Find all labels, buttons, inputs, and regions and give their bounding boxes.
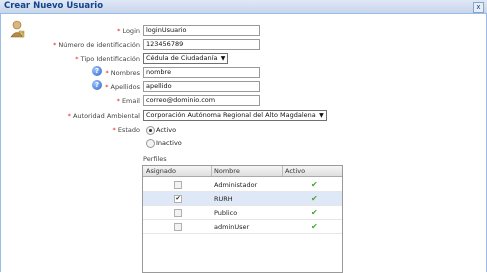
login-label: * Login [117,27,140,35]
numero-label: * Número de identificación [53,41,140,49]
perfil-nombre: RURH [214,195,233,203]
grid-header: Asignado Nombre Activo [143,166,342,177]
email-row: * Email [0,95,140,107]
perfil-nombre: Publico [214,209,238,217]
nombres-field[interactable]: nombre [143,67,260,78]
col-separator [282,166,283,176]
active-check-icon: ✔ [311,180,318,189]
autoridad-select[interactable]: Corporación Autónoma Regional del Alto M… [143,110,327,121]
perfil-nombre: adminUser [214,223,250,231]
table-row[interactable]: ✔ RURH ✔ [143,192,342,206]
radio-inactivo[interactable] [146,139,155,148]
col-separator [211,166,212,176]
col-nombre[interactable]: Nombre [214,167,240,175]
dropdown-arrow-icon: ▼ [220,55,226,62]
perfil-nombre: Administador [214,181,258,189]
asignado-checkbox[interactable]: ✔ [174,195,182,203]
tipo-row: * Tipo Identificación [0,53,140,65]
login-row: * Login [0,25,140,37]
col-asignado[interactable]: Asignado [146,167,176,175]
autoridad-row: * Autoridad Ambiental [0,110,140,122]
email-label: * Email [116,97,140,105]
numero-row: * Número de identificación [0,39,140,51]
estado-label: * Estado [112,126,140,134]
nombres-label: * Nombres [105,69,140,77]
asignado-checkbox[interactable] [174,209,182,217]
tipo-select[interactable]: Cédula de Ciudadanía ▼ [143,53,229,64]
apellidos-row: * Apellidos [0,81,140,93]
estado-row: * Estado [0,124,140,136]
perfiles-title: Perfiles [143,155,167,163]
close-icon[interactable]: x [473,2,484,13]
numero-field[interactable]: 123456789 [143,39,260,50]
autoridad-value: Corporación Autónoma Regional del Alto M… [146,111,316,119]
tipo-value: Cédula de Ciudadanía [146,54,218,62]
apellidos-label: * Apellidos [105,83,140,91]
active-check-icon: ✔ [311,194,318,203]
table-row[interactable]: Administador ✔ [143,178,342,192]
radio-activo[interactable] [146,126,155,135]
table-row[interactable]: adminUser ✔ [143,220,342,234]
window-title: Crear Nuevo Usuario [4,1,104,11]
active-check-icon: ✔ [311,208,318,217]
asignado-checkbox[interactable] [174,181,182,189]
apellidos-field[interactable]: apellido [143,81,260,92]
perfiles-grid: Asignado Nombre Activo Administador ✔ ✔ … [142,165,343,273]
radio-activo-label: Activo [156,126,177,134]
col-activo[interactable]: Activo [285,167,305,175]
email-field[interactable]: correo@dominio.com [143,95,260,106]
asignado-checkbox[interactable] [174,223,182,231]
active-check-icon: ✔ [311,222,318,231]
autoridad-label: * Autoridad Ambiental [67,112,140,120]
nombres-row: * Nombres [0,67,140,79]
login-field[interactable]: loginUsuario [143,25,260,36]
table-row[interactable]: Publico ✔ [143,206,342,220]
radio-inactivo-label: Inactivo [156,139,182,147]
tipo-label: * Tipo Identificación [75,55,140,63]
window-titlebar: Crear Nuevo Usuario x [0,0,487,14]
dropdown-arrow-icon: ▼ [319,112,324,119]
